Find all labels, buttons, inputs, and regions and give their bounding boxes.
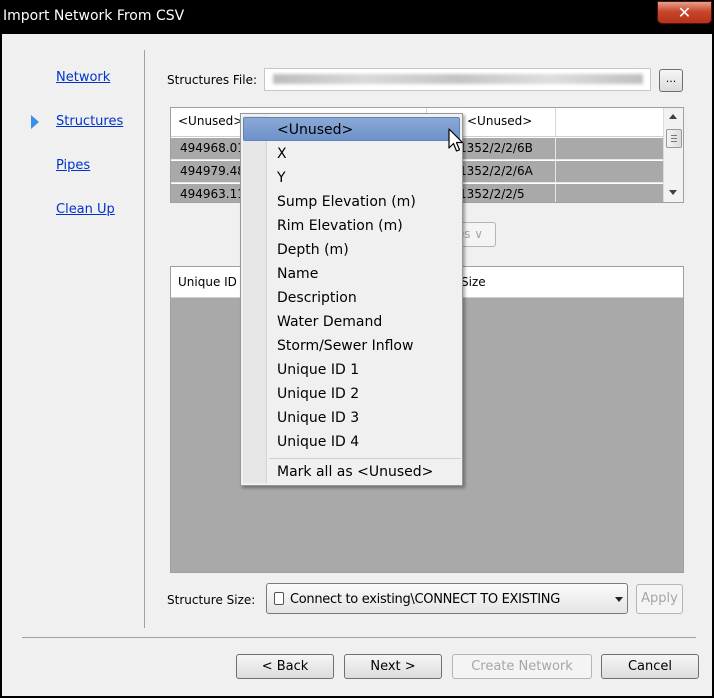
grip-line	[671, 135, 677, 136]
cell: 1352/2/2/6B	[459, 141, 533, 155]
cell: 1352/2/2/6A	[459, 164, 533, 178]
column-mapping-menu: <Unused> X Y Sump Elevation (m) Rim Elev…	[240, 113, 463, 486]
next-button[interactable]: Next >	[344, 654, 442, 679]
nav-clean-up[interactable]: Clean Up	[56, 202, 115, 217]
unique-id-header[interactable]: Unique ID	[178, 275, 237, 289]
cancel-button[interactable]: Cancel	[601, 654, 699, 679]
title-bar: Import Network From CSV ✕	[0, 0, 714, 34]
blurred-path	[273, 74, 643, 84]
grip-line	[671, 138, 677, 139]
structure-icon	[274, 592, 284, 605]
active-step-arrow-icon	[31, 115, 39, 129]
scroll-down-icon[interactable]	[669, 190, 677, 195]
apply-button[interactable]: Apply	[636, 584, 683, 614]
menu-item-sump-elevation[interactable]: Sump Elevation (m)	[277, 194, 416, 210]
menu-item-depth[interactable]: Depth (m)	[277, 242, 349, 258]
menu-item-y[interactable]: Y	[277, 170, 286, 186]
menu-separator	[269, 458, 461, 459]
structures-file-label: Structures File:	[167, 73, 258, 87]
nav-divider	[144, 50, 145, 628]
menu-item-mark-all-unused[interactable]: Mark all as <Unused>	[277, 464, 433, 480]
menu-item-unique-id-1[interactable]: Unique ID 1	[277, 362, 359, 378]
nav-structures[interactable]: Structures	[56, 114, 123, 129]
column-mapping-header-3[interactable]: <Unused>	[467, 114, 532, 128]
scroll-up-icon[interactable]	[669, 114, 677, 119]
header-divider	[555, 108, 556, 137]
menu-icon-gutter	[243, 116, 267, 483]
nav-network[interactable]: Network	[56, 70, 110, 85]
size-header[interactable]: Size	[461, 275, 486, 289]
cell: 494968.01	[180, 141, 245, 155]
structures-file-path[interactable]	[264, 68, 651, 91]
grip-line	[671, 141, 677, 142]
cell-divider	[555, 161, 556, 183]
cell-divider	[555, 138, 556, 160]
menu-item-unique-id-3[interactable]: Unique ID 3	[277, 410, 359, 426]
cell-divider	[555, 184, 556, 202]
menu-item-rim-elevation[interactable]: Rim Elevation (m)	[277, 218, 403, 234]
cell: 1352/2/2/5	[459, 187, 525, 201]
window-title: Import Network From CSV	[3, 8, 185, 24]
menu-item-unused[interactable]: <Unused>	[277, 122, 353, 138]
structure-size-value: Connect to existing\CONNECT TO EXISTING	[290, 592, 561, 607]
create-network-button[interactable]: Create Network	[452, 654, 592, 679]
menu-item-water-demand[interactable]: Water Demand	[277, 314, 382, 330]
chevron-down-icon	[615, 597, 623, 602]
structure-size-dropdown[interactable]: Connect to existing\CONNECT TO EXISTING	[266, 583, 628, 614]
mouse-pointer-icon	[448, 128, 464, 152]
menu-item-x[interactable]: X	[277, 146, 287, 162]
cell: 494963.11	[180, 187, 245, 201]
footer-divider	[22, 637, 696, 638]
preview-scrollbar[interactable]	[663, 108, 683, 202]
menu-item-unique-id-2[interactable]: Unique ID 2	[277, 386, 359, 402]
menu-item-name[interactable]: Name	[277, 266, 318, 282]
browse-button[interactable]: ...	[659, 69, 683, 92]
menu-item-description[interactable]: Description	[277, 290, 357, 306]
nav-pipes[interactable]: Pipes	[56, 158, 90, 173]
structure-size-label: Structure Size:	[167, 593, 256, 607]
scroll-thumb[interactable]	[666, 129, 682, 148]
column-mapping-header-1[interactable]: <Unused>	[178, 114, 243, 128]
menu-item-unique-id-4[interactable]: Unique ID 4	[277, 434, 359, 450]
close-button[interactable]: ✕	[657, 1, 712, 24]
menu-item-storm-sewer-inflow[interactable]: Storm/Sewer Inflow	[277, 338, 413, 354]
back-button[interactable]: < Back	[236, 654, 334, 679]
cell: 494979.48	[180, 164, 245, 178]
